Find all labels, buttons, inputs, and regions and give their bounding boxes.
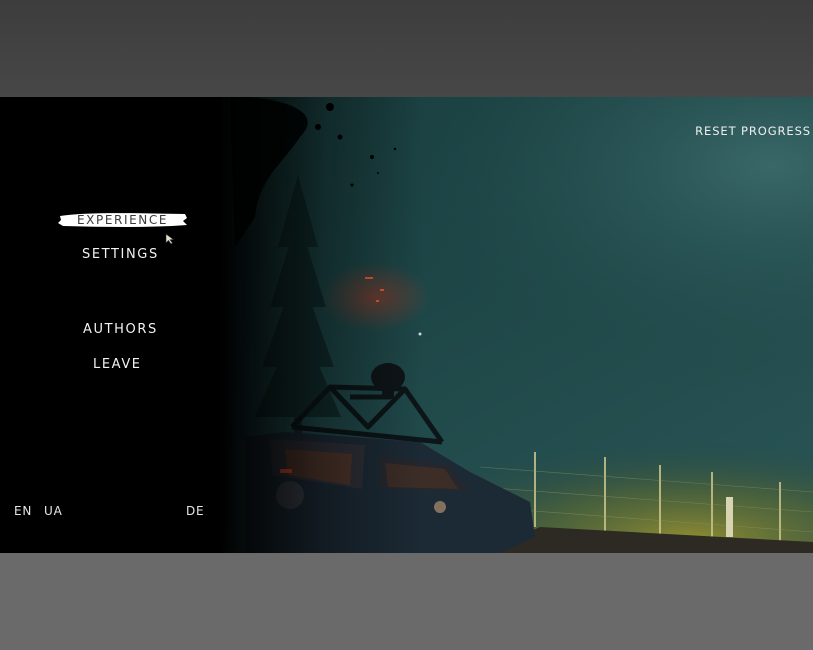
menu-authors-button[interactable]: AUTHORS <box>83 322 158 337</box>
menu-leave-button[interactable]: LEAVE <box>93 357 142 372</box>
top-letterbox-bar <box>0 0 813 97</box>
reset-progress-button[interactable]: RESET PROGRESS <box>695 124 811 138</box>
screen: EXPERIENCE SETTINGS AUTHORS LEAVE RESET … <box>0 0 813 650</box>
language-en-button[interactable]: EN <box>14 504 32 518</box>
language-ua-button[interactable]: UA <box>44 504 63 518</box>
menu-experience-button[interactable]: EXPERIENCE <box>57 211 188 229</box>
mouse-cursor-icon <box>165 233 175 245</box>
bottom-letterbox-bar <box>0 553 813 650</box>
game-viewport: EXPERIENCE SETTINGS AUTHORS LEAVE RESET … <box>0 97 813 553</box>
menu-experience-label: EXPERIENCE <box>76 213 169 227</box>
language-de-button[interactable]: DE <box>186 504 204 518</box>
menu-settings-button[interactable]: SETTINGS <box>82 247 159 262</box>
